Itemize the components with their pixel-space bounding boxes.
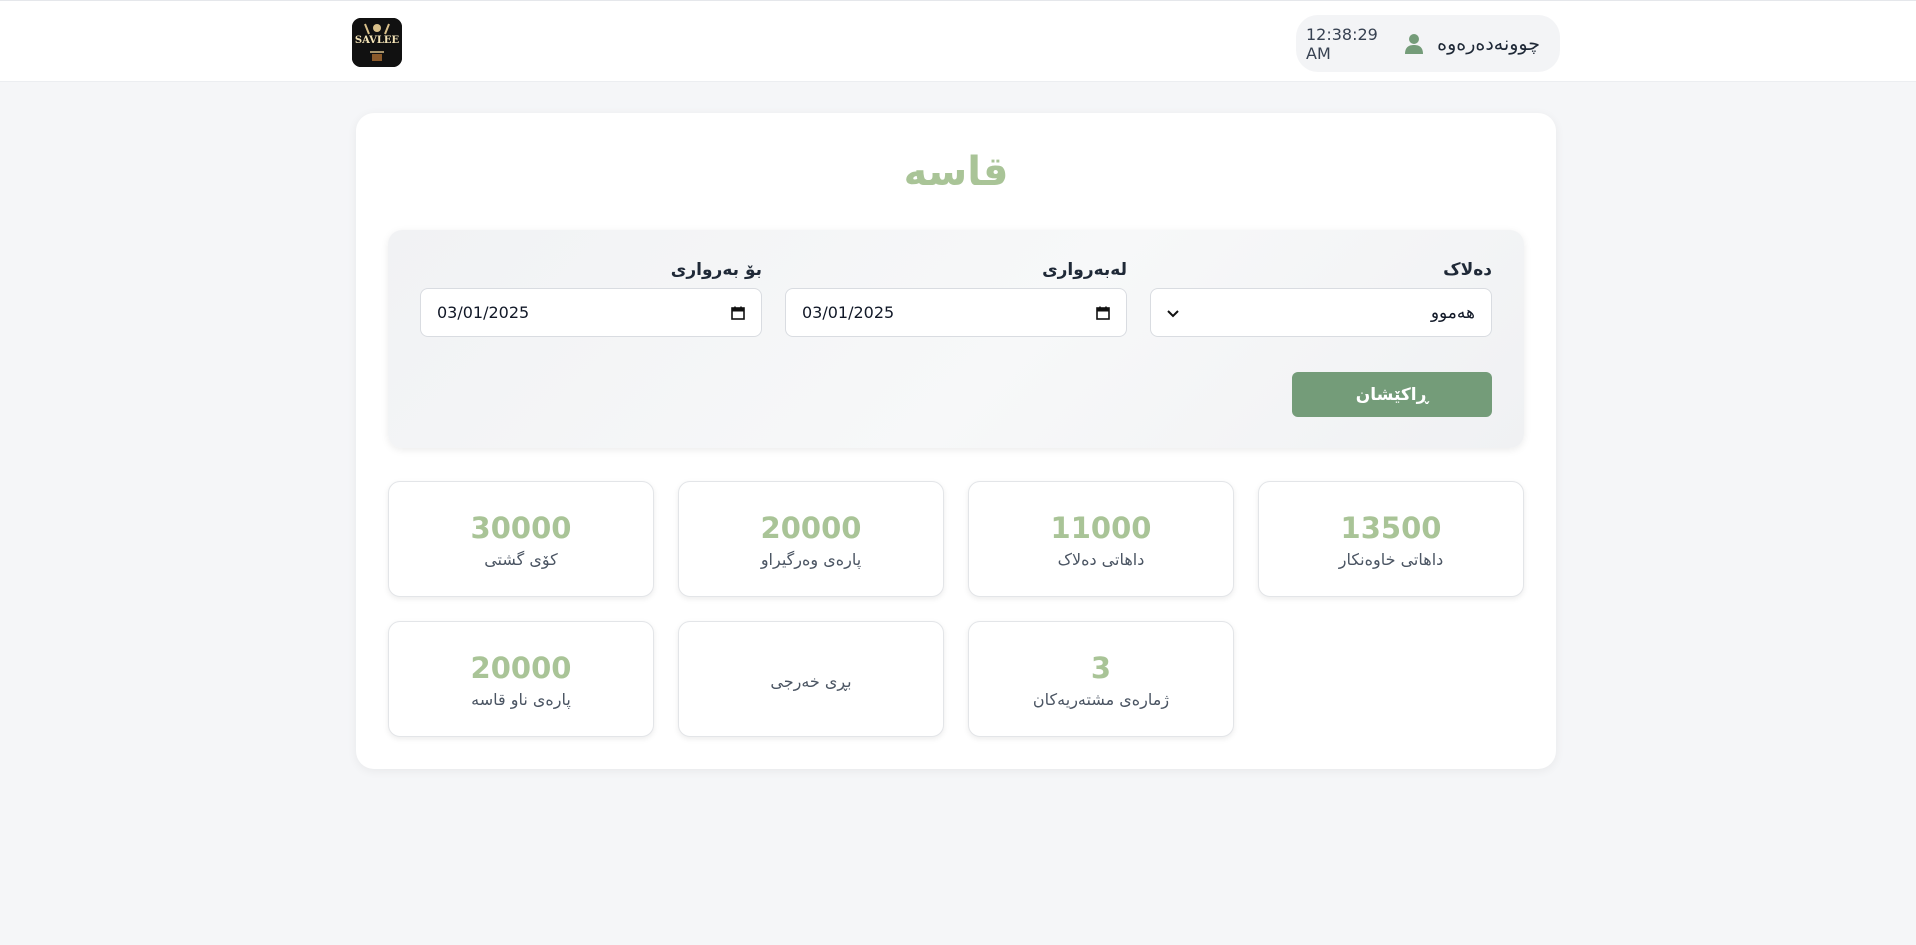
top-bar: SAVLEE چوونەدەرەوە 12:38:29 AM [0,0,1916,82]
stat-label: داهاتی دەلاک [1057,549,1145,569]
filter-panel: دەلاک هەموو لەبەرواری 03/01/2025 بۆ بەرو… [388,230,1524,448]
stat-total: 30000 کۆی گشتی [388,481,654,597]
stat-value: 20000 [760,510,862,545]
from-date-label: لەبەرواری [1042,260,1127,280]
from-date-input[interactable]: 03/01/2025 [785,288,1127,337]
stat-barber-income: 11000 داهاتی دەلاک [968,481,1234,597]
stat-label: ژمارەی مشتەریەکان [1032,689,1170,709]
stat-value: 3 [1090,650,1112,685]
stat-value: 20000 [470,650,572,685]
barber-select-value: هەموو [1430,302,1475,323]
stat-owner-income: 13500 داهاتی خاوەنکار [1258,481,1524,597]
calendar-icon[interactable] [731,306,745,320]
stat-cash-in-box: 20000 پارەی ناو قاسە [388,621,654,737]
page-title: قاسە [903,149,1009,195]
stat-label: کۆی گشتی [484,549,558,569]
calendar-icon[interactable] [1096,306,1110,320]
barber-select[interactable]: هەموو [1150,288,1492,337]
to-date-label: بۆ بەرواری [670,260,762,280]
from-date-filter: لەبەرواری 03/01/2025 [785,260,1127,337]
stat-label: پارەی وەرگیراو [760,549,862,569]
stat-label: داهاتی خاوەنکار [1338,549,1444,569]
cashbox-card: قاسە دەلاک هەموو لەبەرواری 03/01/2025 بۆ… [356,113,1556,769]
stat-customers-count: 3 ژمارەی مشتەریەکان [968,621,1234,737]
logo[interactable]: SAVLEE [352,18,402,67]
stat-label: بڕی خەرجی [770,671,852,691]
clock: 12:38:29 AM [1306,24,1378,63]
to-date-input[interactable]: 03/01/2025 [420,288,762,337]
barber-label: دەلاک [1443,260,1492,280]
stat-value: 11000 [1050,510,1152,545]
stat-label: پارەی ناو قاسە [471,689,571,709]
chevron-down-icon [1167,303,1179,322]
stat-value: 30000 [470,510,572,545]
barber-filter: دەلاک هەموو [1150,260,1492,337]
user-icon [1405,33,1424,54]
logo-text: SAVLEE [354,35,400,46]
logout-label[interactable]: چوونەدەرەوە [1437,33,1540,55]
search-button[interactable]: ڕاکێشان [1292,372,1492,417]
stat-expenses: بڕی خەرجی [678,621,944,737]
stat-value: 13500 [1340,510,1442,545]
to-date-value: 03/01/2025 [437,303,530,322]
user-menu[interactable]: چوونەدەرەوە 12:38:29 AM [1296,15,1560,72]
to-date-filter: بۆ بەرواری 03/01/2025 [420,260,762,337]
from-date-value: 03/01/2025 [802,303,895,322]
stat-received: 20000 پارەی وەرگیراو [678,481,944,597]
